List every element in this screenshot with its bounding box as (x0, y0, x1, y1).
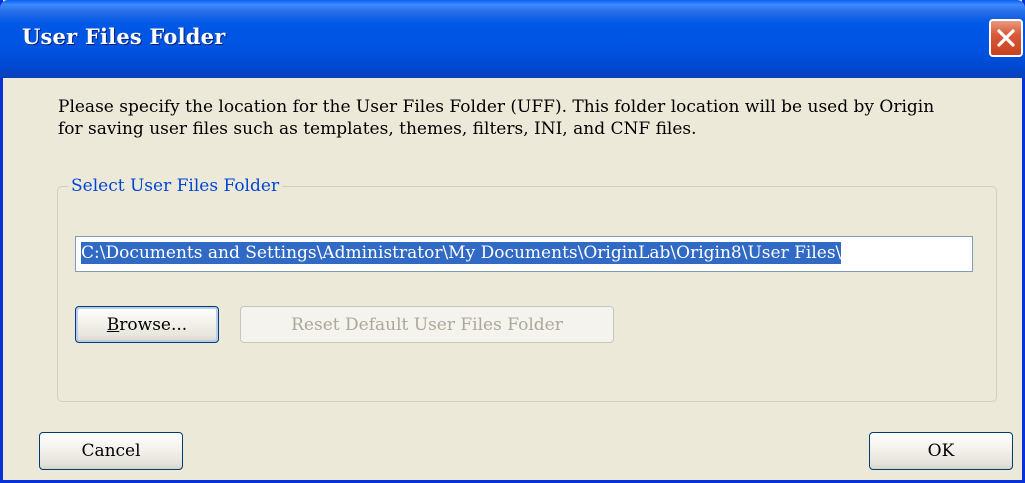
reset-default-label: Reset Default User Files Folder (291, 314, 563, 335)
browse-button[interactable]: Browse... (75, 306, 219, 343)
description-line-1: Please specify the location for the User… (58, 97, 935, 117)
window-title: User Files Folder (22, 24, 226, 49)
cancel-button[interactable]: Cancel (39, 432, 183, 470)
close-icon (997, 29, 1015, 47)
browse-mnemonic: B (106, 314, 120, 335)
ok-button[interactable]: OK (869, 432, 1013, 470)
title-bar[interactable]: User Files Folder (0, 0, 1025, 78)
select-folder-group: Select User Files Folder (57, 175, 997, 402)
reset-default-button: Reset Default User Files Folder (240, 306, 614, 343)
group-legend: Select User Files Folder (68, 175, 283, 197)
description-line-2: for saving user files such as templates,… (58, 119, 697, 139)
cancel-label: Cancel (81, 441, 141, 461)
folder-path-input[interactable]: C:\Documents and Settings\Administrator\… (75, 236, 973, 272)
browse-label: rowse... (119, 314, 188, 335)
dialog-window: User Files Folder Please specify the loc… (0, 0, 1025, 483)
folder-path-value: C:\Documents and Settings\Administrator\… (81, 242, 842, 264)
description-text: Please specify the location for the User… (58, 96, 1008, 140)
ok-label: OK (927, 441, 955, 461)
close-button[interactable] (989, 19, 1023, 57)
